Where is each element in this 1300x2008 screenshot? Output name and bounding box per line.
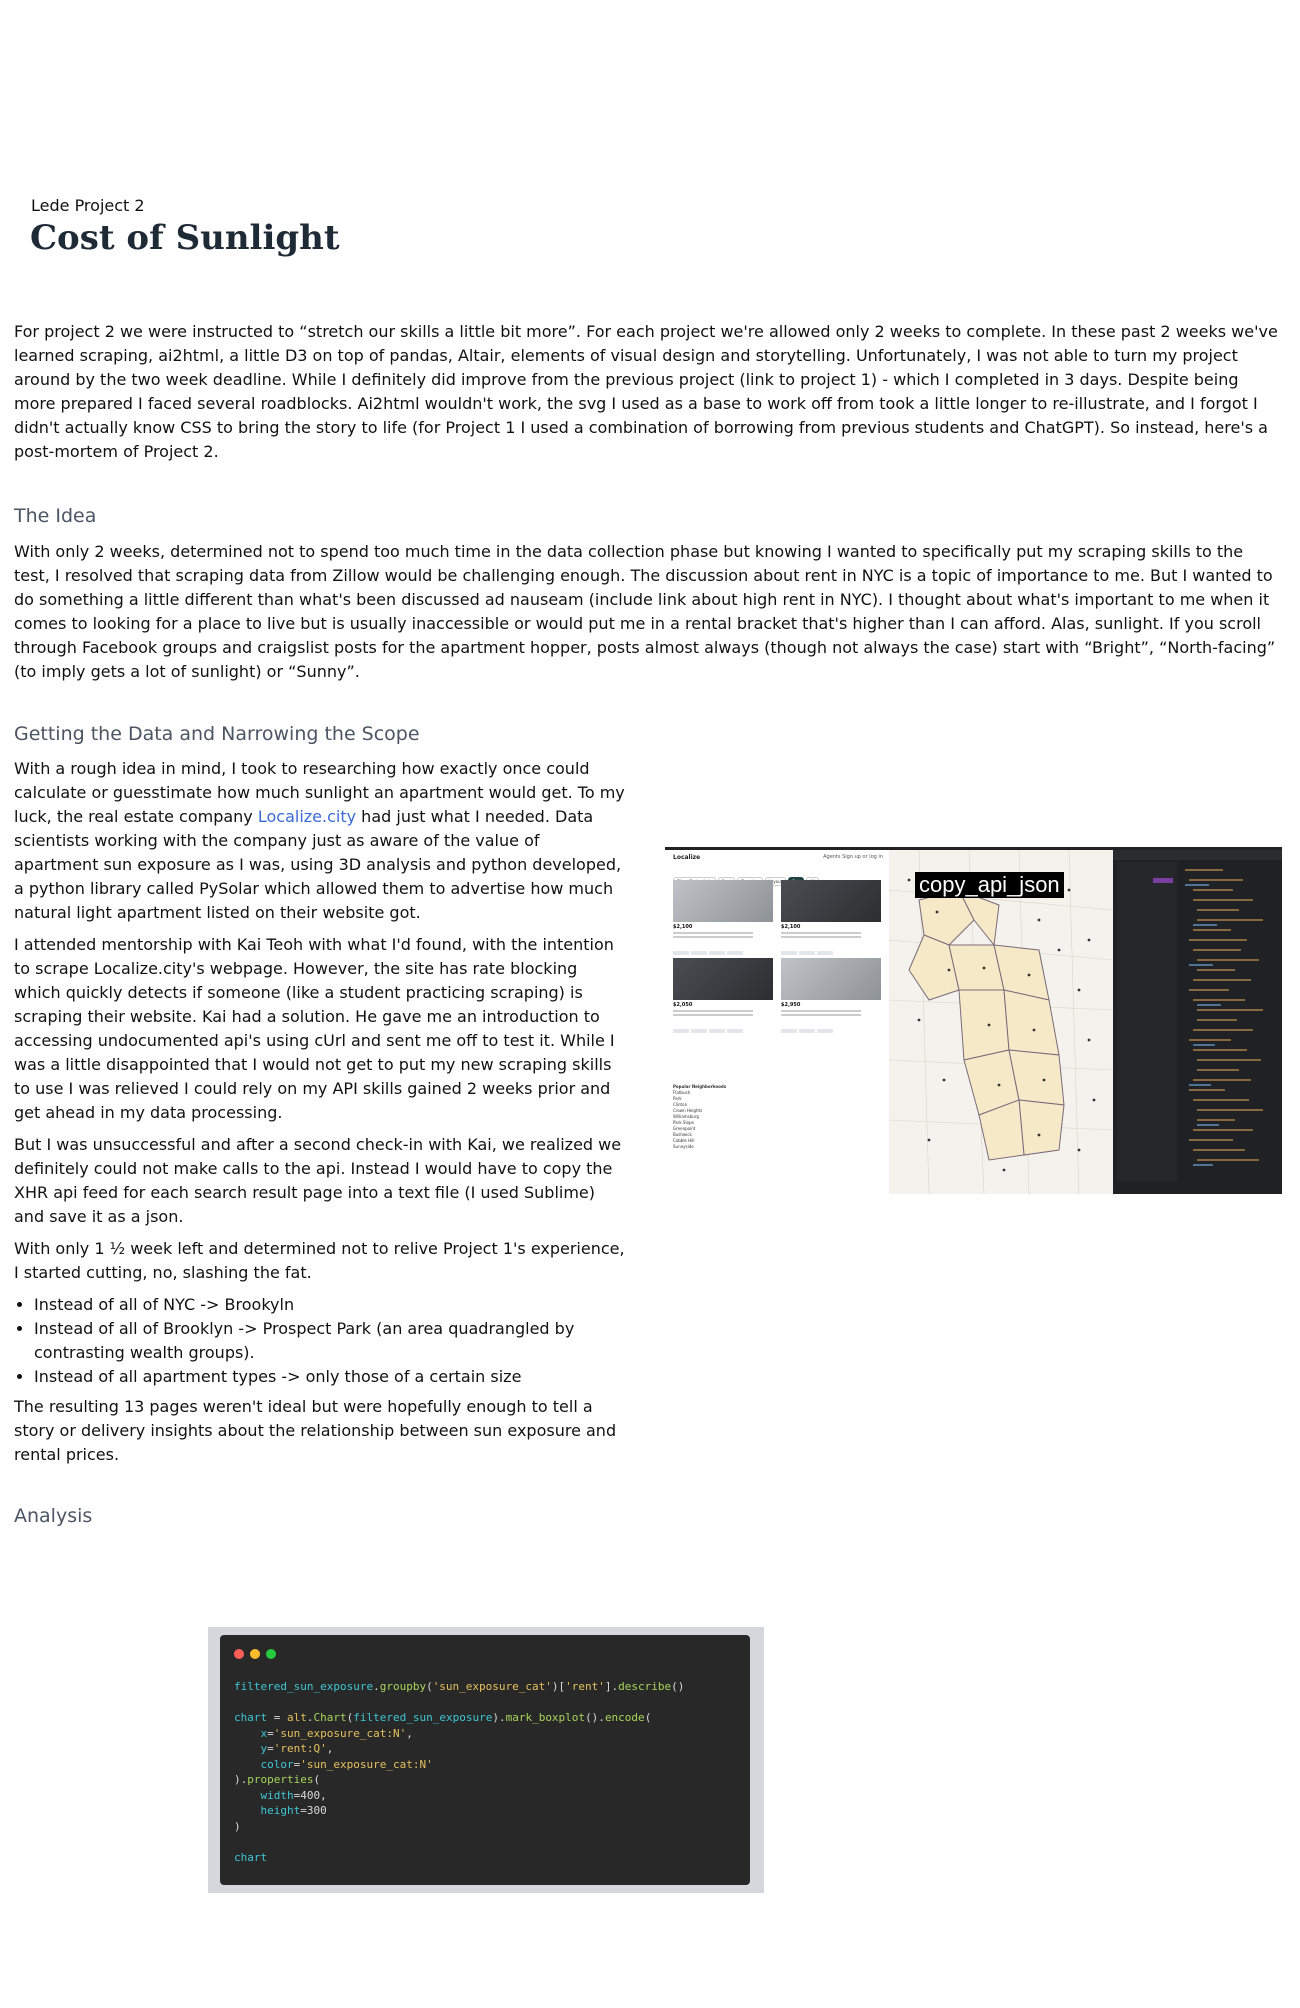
listing-tags [781, 1018, 881, 1037]
list-item: Instead of all apartment types -> only t… [34, 1365, 628, 1389]
list-item: Instead of all of Brooklyn -> Prospect P… [34, 1317, 628, 1365]
neighborhood-map [888, 850, 1114, 1194]
code-line: height=300 [260, 1804, 327, 1817]
listing-photo [673, 958, 773, 1000]
code-window: filtered_sun_exposure.groupby('sun_expos… [220, 1635, 750, 1885]
listing-text-line [673, 936, 753, 938]
neighborhood-item: Sunnyside [673, 1144, 694, 1149]
section-heading-scope: Getting the Data and Narrowing the Scope [14, 723, 420, 745]
scope-paragraph-2: I attended mentorship with Kai Teoh with… [14, 935, 615, 1122]
section-heading-idea: The Idea [14, 505, 97, 527]
listing-tags [673, 1018, 773, 1037]
listing-card: $2,100 [673, 880, 773, 959]
localize-city-link[interactable]: Localize.city [258, 807, 356, 826]
code-snippet-figure: filtered_sun_exposure.groupby('sun_expos… [208, 1627, 764, 1893]
listing-text-line [673, 932, 753, 934]
code-line: chart = alt.Chart(filtered_sun_exposure)… [234, 1711, 652, 1724]
site-nav: Agents Sign up or log in [823, 854, 883, 860]
project-kicker: Lede Project 2 [31, 196, 145, 215]
map-region [1018, 1099, 1065, 1156]
listing-card: $2,050 [673, 958, 773, 1037]
site-brand: Localize [673, 854, 701, 861]
listing-text-line [673, 1010, 753, 1012]
scope-column: With a rough idea in mind, I took to res… [14, 757, 628, 1475]
listing-price: $2,950 [781, 1002, 801, 1008]
scope-paragraph-1: With a rough idea in mind, I took to res… [14, 759, 625, 922]
map-label-tag: copy_api_json [915, 872, 1064, 898]
listing-price: $2,050 [673, 1002, 693, 1008]
section-heading-analysis: Analysis [14, 1505, 93, 1527]
listing-photo [781, 958, 881, 1000]
listing-text-line [781, 936, 861, 938]
map-region [1003, 989, 1060, 1056]
listing-text-line [781, 932, 861, 934]
listing-text-line [781, 1010, 861, 1012]
listing-photo [781, 880, 881, 922]
code-line: color='sun_exposure_cat:N' [260, 1757, 433, 1771]
code-line: width=400, [260, 1788, 327, 1802]
code-line: chart [234, 1850, 268, 1864]
listing-photo [673, 880, 773, 922]
page-title: Cost of Sunlight [30, 218, 340, 258]
neighborhood-list: Popular Neighborhoods Flatbush Park Clin… [673, 1084, 726, 1150]
listing-card: $2,950 [781, 958, 881, 1037]
map-pane: copy_api_json [888, 850, 1114, 1194]
intro-paragraph: For project 2 we were instructed to “str… [14, 322, 1278, 461]
scope-bullet-list: Instead of all of NYC -> Brookyln Instea… [14, 1293, 628, 1389]
scope-paragraph-3: But I was unsuccessful and after a secon… [14, 1135, 622, 1226]
localize-screenshot-figure: Localize Agents Sign up or log in Filter… [665, 847, 1282, 1194]
code-line: x='sun_exposure_cat:N', [260, 1726, 413, 1740]
window-maximize-dot [266, 1649, 276, 1659]
devtools-pane [1113, 850, 1282, 1194]
idea-paragraph: With only 2 weeks, determined not to spe… [14, 542, 1276, 681]
listing-text-line [673, 1014, 753, 1016]
code-line: y='rent:Q', [260, 1742, 334, 1755]
devtools-json-preview [1185, 869, 1263, 1166]
code-line: ).properties( [234, 1773, 321, 1786]
listing-text-line [781, 1014, 861, 1016]
map-region [958, 989, 1010, 1061]
listing-pane: Localize Agents Sign up or log in Filter… [665, 850, 890, 1194]
listing-card: $2,100 [781, 880, 881, 959]
list-item: Instead of all of NYC -> Brookyln [34, 1293, 628, 1317]
window-minimize-dot [250, 1649, 260, 1659]
window-close-dot [234, 1649, 244, 1659]
scope-paragraph-4: With only 1 ½ week left and determined n… [14, 1239, 625, 1282]
listing-tags [673, 940, 773, 959]
code-line: filtered_sun_exposure.groupby('sun_expos… [234, 1680, 685, 1693]
scope-paragraph-5: The resulting 13 pages weren't ideal but… [14, 1397, 617, 1464]
code-block: filtered_sun_exposure.groupby('sun_expos… [234, 1679, 684, 1865]
listing-tags [781, 940, 881, 959]
listing-price: $2,100 [781, 924, 801, 930]
listing-price: $2,100 [673, 924, 693, 930]
code-line: ) [234, 1819, 241, 1833]
